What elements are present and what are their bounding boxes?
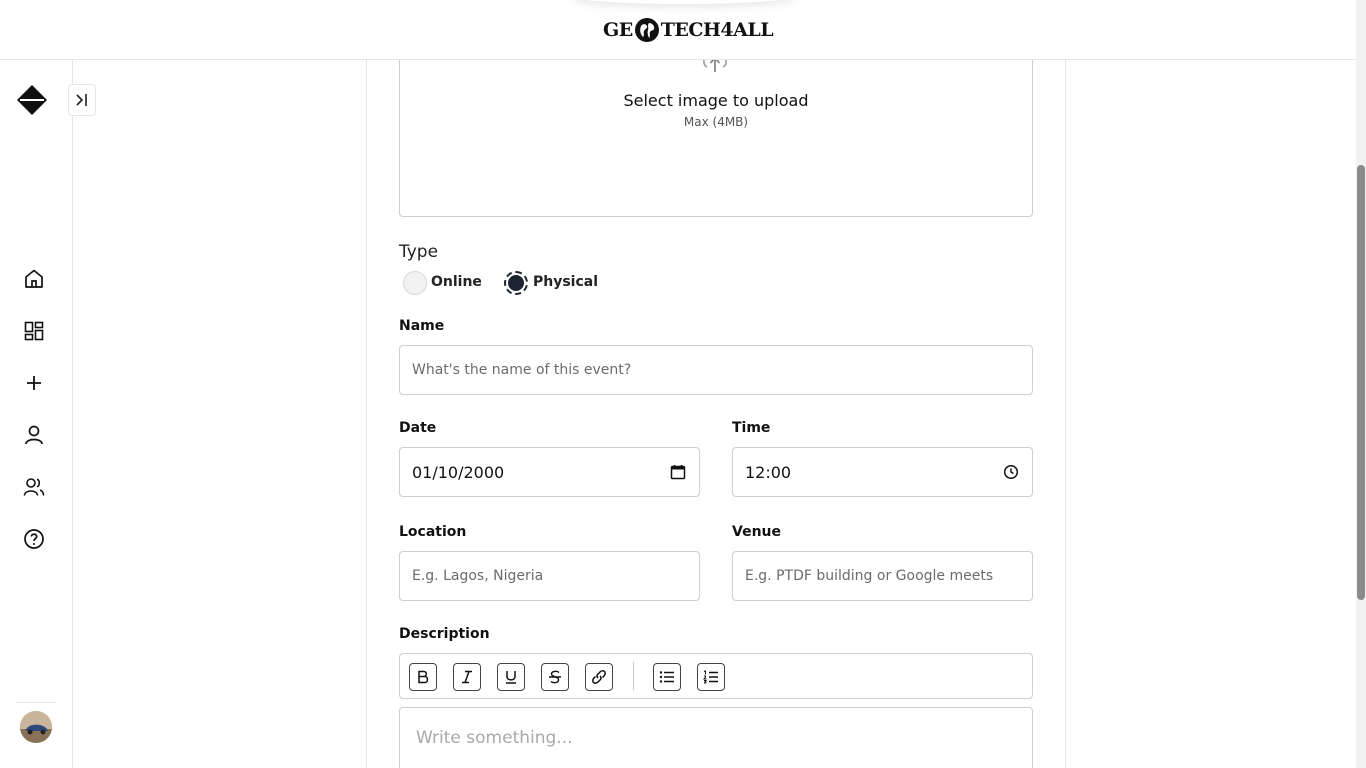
logo-text-left: GE: [603, 19, 633, 41]
time-value: 12:00: [745, 462, 792, 482]
clock-icon[interactable]: [1002, 463, 1020, 481]
sidebar-divider: [16, 702, 56, 703]
radio-online[interactable]: [403, 271, 427, 295]
expand-sidebar-icon: [76, 94, 87, 106]
globe-icon: [634, 18, 659, 42]
link-button[interactable]: [585, 663, 613, 691]
toolbar-separator: [633, 662, 634, 690]
description-label: Description: [399, 626, 490, 642]
plus-icon: [27, 376, 41, 390]
description-placeholder: Write something...: [416, 728, 573, 748]
numbered-list-button[interactable]: [697, 663, 725, 691]
italic-button[interactable]: [453, 663, 481, 691]
brand-diamond-icon[interactable]: [16, 84, 48, 116]
nav-profile[interactable]: [21, 422, 47, 448]
strikethrough-button[interactable]: [541, 663, 569, 691]
help-icon: [24, 529, 44, 549]
type-label: Type: [399, 242, 439, 262]
scrollbar-thumb[interactable]: [1357, 165, 1365, 600]
time-label: Time: [732, 420, 771, 436]
description-editor[interactable]: Write something...: [399, 707, 1033, 768]
nav-dashboard[interactable]: [21, 318, 47, 344]
strikethrough-icon: [549, 670, 561, 684]
underline-icon: [506, 671, 516, 684]
radio-physical[interactable]: [504, 271, 528, 295]
bullet-list-button[interactable]: [653, 663, 681, 691]
dashboard-icon: [24, 321, 44, 341]
page-scrollbar[interactable]: [1356, 0, 1366, 768]
upload-size-hint: Max (4MB): [683, 115, 749, 129]
avatar[interactable]: [20, 711, 52, 743]
nav-help[interactable]: [21, 526, 47, 552]
sidebar: [0, 60, 96, 768]
bullet-list-icon: [659, 671, 674, 683]
bold-icon: [418, 670, 429, 684]
underline-button[interactable]: [497, 663, 525, 691]
radio-online-label[interactable]: Online: [431, 274, 482, 290]
users-icon: [23, 478, 45, 496]
editor-toolbar: [399, 653, 1033, 699]
venue-input[interactable]: E.g. PTDF building or Google meets: [732, 551, 1033, 601]
location-label: Location: [399, 524, 467, 540]
numbered-list-icon: [703, 670, 718, 684]
calendar-icon[interactable]: [669, 463, 687, 481]
date-value: 01/10/2000: [412, 462, 505, 482]
date-input[interactable]: 01/10/2000: [399, 447, 700, 497]
bold-button[interactable]: [409, 663, 437, 691]
event-name-input[interactable]: What's the name of this event?: [399, 345, 1033, 395]
nav-create[interactable]: [21, 370, 47, 396]
link-icon: [592, 670, 606, 684]
location-input[interactable]: E.g. Lagos, Nigeria: [399, 551, 700, 601]
nav-home[interactable]: [21, 266, 47, 292]
home-icon: [25, 269, 43, 288]
time-input[interactable]: 12:00: [732, 447, 1033, 497]
italic-icon: [462, 670, 472, 684]
radio-selected-dot: [508, 275, 524, 291]
site-logo[interactable]: GE TECH4ALL: [603, 16, 774, 44]
user-icon: [25, 425, 43, 445]
venue-label: Venue: [732, 524, 781, 540]
date-label: Date: [399, 420, 437, 436]
nav-community[interactable]: [21, 474, 47, 500]
sidebar-toggle-button[interactable]: [68, 84, 96, 116]
upload-title[interactable]: Select image to upload: [399, 91, 1033, 110]
logo-text-right: TECH4ALL: [660, 19, 774, 41]
avatar-image: [20, 711, 52, 743]
logo-glow: [571, 0, 795, 4]
name-label: Name: [399, 318, 445, 334]
radio-physical-label[interactable]: Physical: [533, 274, 598, 290]
top-header: GE TECH4ALL: [0, 0, 1356, 60]
